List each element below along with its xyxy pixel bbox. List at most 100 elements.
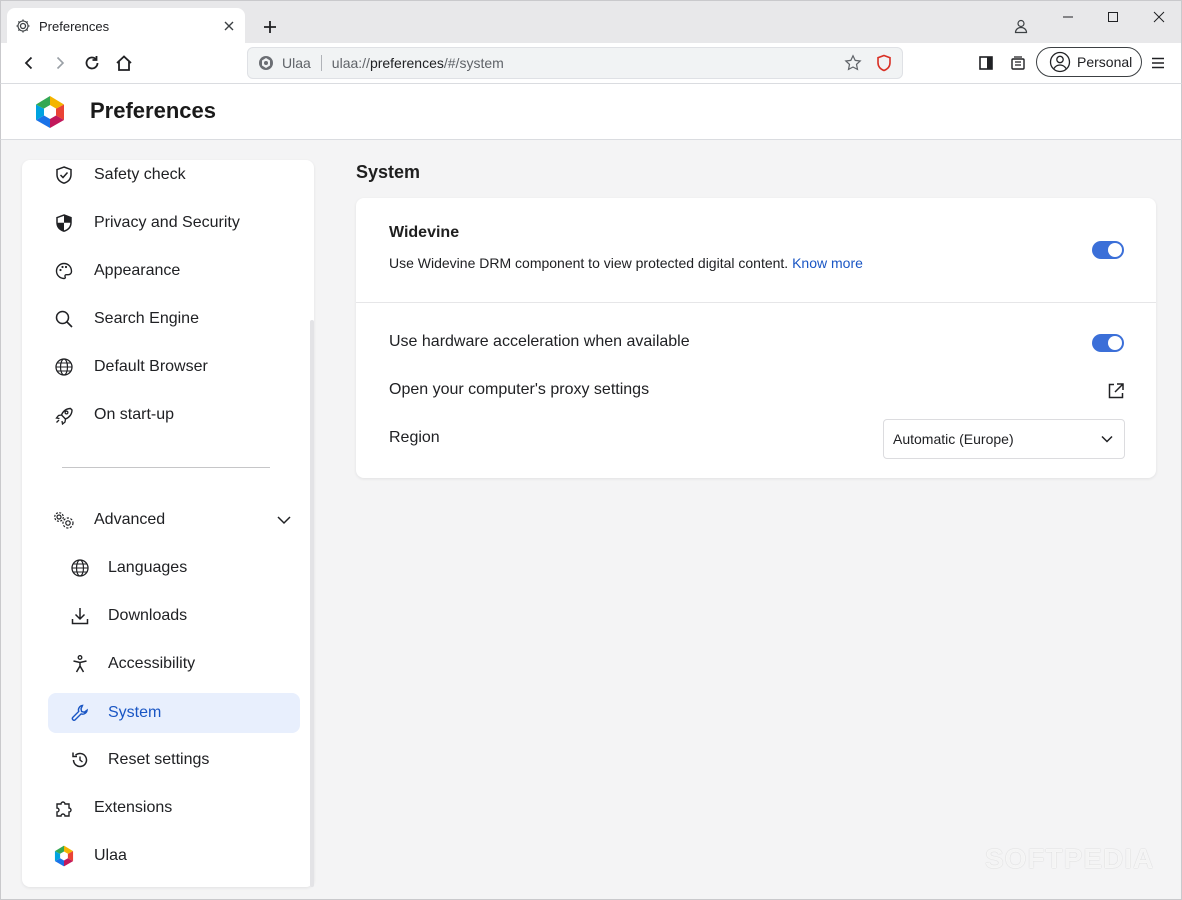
- widevine-title: Widevine: [389, 224, 460, 241]
- sidebar-toggle-icon[interactable]: [974, 51, 998, 75]
- sidebar-item-label: Advanced: [94, 511, 166, 528]
- profile-button[interactable]: Personal: [1036, 47, 1142, 77]
- globe-icon: [52, 355, 76, 379]
- sidebar-item-downloads[interactable]: Downloads: [68, 596, 187, 636]
- palette-icon: [52, 259, 76, 283]
- sidebar-item-label: Search Engine: [94, 310, 199, 327]
- collections-icon[interactable]: [1006, 51, 1030, 75]
- know-more-link[interactable]: Know more: [792, 255, 863, 271]
- sidebar-item-label: System: [108, 704, 162, 721]
- toggle-knob: [1108, 336, 1122, 350]
- sidebar-item-appearance[interactable]: Appearance: [52, 251, 180, 291]
- address-brand: Ulaa: [282, 55, 311, 71]
- sidebar-item-label: Privacy and Security: [94, 214, 240, 231]
- sidebar-item-privacy-security[interactable]: Privacy and Security: [52, 203, 240, 243]
- sidebar-item-label: Ulaa: [94, 847, 127, 864]
- minimize-button[interactable]: [1056, 5, 1080, 29]
- close-tab-icon[interactable]: [221, 18, 237, 34]
- widevine-description-text: Use Widevine DRM component to view prote…: [389, 255, 789, 271]
- search-icon: [52, 307, 76, 331]
- hardware-acceleration-label: Use hardware acceleration when available: [389, 333, 690, 350]
- hardware-acceleration-toggle[interactable]: [1092, 334, 1124, 352]
- sidebar-item-label: Safety check: [94, 166, 186, 183]
- sidebar-item-label: Default Browser: [94, 358, 208, 375]
- reload-button[interactable]: [80, 51, 104, 75]
- reset-icon: [68, 748, 92, 772]
- section-title: System: [356, 162, 421, 182]
- external-link-icon[interactable]: [1106, 381, 1126, 401]
- ulaa-logo-icon: [33, 95, 67, 129]
- sidebar-item-label: Downloads: [108, 607, 188, 624]
- sidebar-item-default-browser[interactable]: Default Browser: [52, 347, 208, 387]
- rocket-icon: [52, 403, 76, 427]
- region-label: Region: [389, 429, 440, 446]
- globe-icon: [68, 556, 92, 580]
- region-select-value: Automatic (Europe): [893, 431, 1014, 447]
- address-url: ulaa://preferences/#/system: [332, 55, 844, 71]
- address-bar[interactable]: Ulaa ulaa://preferences/#/system: [247, 47, 903, 79]
- toggle-knob: [1108, 243, 1122, 257]
- widevine-toggle[interactable]: [1092, 241, 1124, 259]
- accessibility-icon: [68, 652, 92, 676]
- menu-icon[interactable]: [1146, 51, 1170, 75]
- avatar-icon: [1049, 51, 1071, 73]
- chevron-down-icon: [1100, 432, 1114, 446]
- sidebar-item-reset-settings[interactable]: Reset settings: [68, 740, 209, 780]
- close-window-button[interactable]: [1147, 5, 1171, 29]
- sidebar-item-advanced[interactable]: Advanced: [52, 500, 292, 540]
- sidebar-item-label: Reset settings: [108, 751, 210, 768]
- shield-icon[interactable]: [876, 54, 892, 72]
- sidebar: Safety check Privacy and Security Appear…: [22, 160, 314, 887]
- url-path: /#/system: [443, 55, 504, 71]
- sidebar-item-on-startup[interactable]: On start-up: [52, 395, 174, 435]
- sidebar-item-label: Languages: [108, 559, 188, 576]
- sidebar-item-ulaa[interactable]: Ulaa: [52, 836, 127, 876]
- widevine-description: Use Widevine DRM component to view prote…: [389, 255, 863, 271]
- forward-button[interactable]: [48, 51, 72, 75]
- download-icon: [68, 604, 92, 628]
- sidebar-item-label: Accessibility: [108, 655, 196, 672]
- tab-strip: Preferences: [0, 0, 1182, 44]
- wrench-icon: [68, 701, 92, 725]
- ulaa-logo-icon: [258, 55, 274, 71]
- profile-menu-icon[interactable]: [1009, 14, 1033, 38]
- back-button[interactable]: [17, 51, 41, 75]
- tab-preferences[interactable]: Preferences: [7, 8, 245, 44]
- sidebar-item-accessibility[interactable]: Accessibility: [68, 644, 195, 684]
- bookmark-star-icon[interactable]: [844, 54, 862, 72]
- sidebar-item-label: On start-up: [94, 406, 175, 423]
- shield-half-icon: [52, 211, 76, 235]
- url-scheme: ulaa://: [331, 55, 370, 71]
- sidebar-divider: [62, 467, 270, 468]
- browser-toolbar: Ulaa ulaa://preferences/#/system Persona…: [0, 43, 1182, 84]
- settings-page: Safety check Privacy and Security Appear…: [0, 140, 1182, 900]
- sidebar-item-languages[interactable]: Languages: [68, 548, 187, 588]
- region-select[interactable]: Automatic (Europe): [883, 419, 1125, 459]
- url-host: preferences: [369, 55, 444, 71]
- sidebar-item-extensions[interactable]: Extensions: [52, 788, 172, 828]
- maximize-button[interactable]: [1101, 5, 1125, 29]
- sidebar-item-system[interactable]: System: [48, 693, 300, 733]
- address-divider: [320, 55, 322, 71]
- shield-check-icon: [52, 163, 76, 187]
- profile-label: Personal: [1077, 54, 1133, 70]
- puzzle-icon: [52, 796, 76, 820]
- proxy-settings-label[interactable]: Open your computer's proxy settings: [389, 381, 649, 399]
- page-title: Preferences: [90, 98, 216, 123]
- card-divider: [356, 302, 1156, 303]
- sidebar-item-safety-check[interactable]: Safety check: [52, 160, 186, 195]
- system-settings-card: Widevine Use Widevine DRM component to v…: [356, 198, 1156, 478]
- gears-icon: [52, 508, 76, 532]
- sidebar-item-search-engine[interactable]: Search Engine: [52, 299, 199, 339]
- sidebar-item-label: Appearance: [94, 262, 181, 279]
- watermark-logo: SOFTPEDIA: [985, 843, 1155, 874]
- sidebar-scrollbar[interactable]: [310, 320, 314, 887]
- sidebar-item-label: Extensions: [94, 799, 173, 816]
- ulaa-logo-icon: [52, 844, 76, 868]
- home-button[interactable]: [112, 51, 136, 75]
- chevron-down-icon: [276, 512, 292, 528]
- tab-title: Preferences: [39, 18, 110, 34]
- app-header: Preferences: [0, 84, 1182, 140]
- gear-icon: [15, 18, 31, 34]
- new-tab-button[interactable]: [259, 16, 281, 38]
